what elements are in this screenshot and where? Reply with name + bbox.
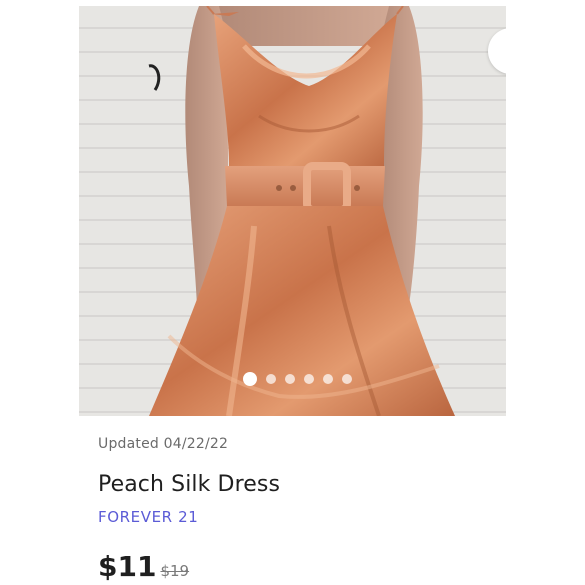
carousel-dot-1[interactable] (243, 372, 257, 386)
price-row: $11 $19 (98, 550, 189, 583)
carousel-dot-6[interactable] (342, 374, 352, 384)
listing-page: 3 Updated 04/22/22 Peach Silk Dress FORE… (0, 0, 585, 585)
carousel-dots (79, 372, 506, 386)
dress-image (79, 6, 506, 416)
carousel-dot-3[interactable] (285, 374, 295, 384)
brand-link[interactable]: FOREVER 21 (98, 508, 198, 526)
carousel-dot-2[interactable] (266, 374, 276, 384)
carousel-dot-4[interactable] (304, 374, 314, 384)
product-photo[interactable]: 3 (79, 6, 506, 416)
updated-date: Updated 04/22/22 (98, 436, 229, 452)
current-price: $11 (98, 550, 157, 583)
listing-title: Peach Silk Dress (98, 472, 281, 497)
carousel-dot-5[interactable] (323, 374, 333, 384)
original-price: $19 (160, 562, 190, 580)
